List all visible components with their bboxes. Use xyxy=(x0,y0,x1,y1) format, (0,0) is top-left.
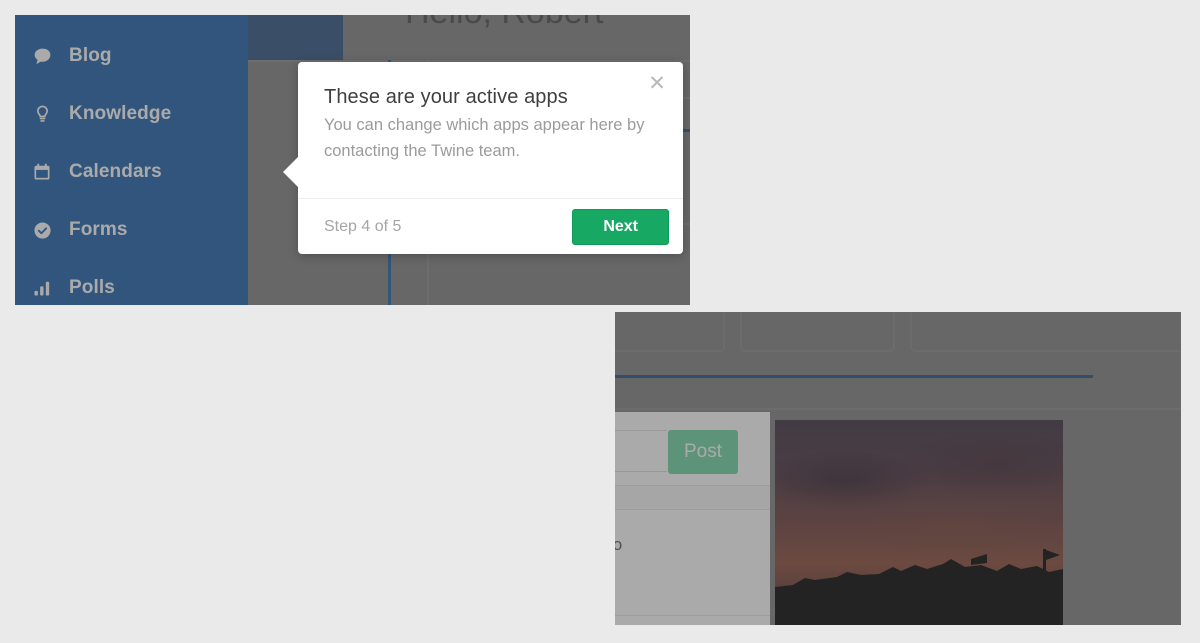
dim-overlay xyxy=(615,312,1181,625)
next-button[interactable]: Next xyxy=(572,208,669,245)
feed-panel: Post jo ✕ This is the feed Here you have… xyxy=(615,312,1181,625)
tooltip-footer: Step 4 of 5 Next xyxy=(298,198,683,254)
close-icon[interactable]: ✕ xyxy=(645,72,669,96)
active-apps-panel: Hello, Robert Blog xyxy=(15,15,690,305)
tooltip-description: You can change which apps appear here by… xyxy=(324,116,645,160)
tooltip-arrow xyxy=(283,156,299,188)
screenshot-stage: Hello, Robert Blog xyxy=(0,0,1200,643)
onboarding-tooltip-active-apps: ✕ These are your active apps You can cha… xyxy=(283,62,683,255)
tooltip-body: ✕ These are your active apps You can cha… xyxy=(298,62,683,198)
tooltip-title: These are your active apps xyxy=(324,86,568,108)
step-indicator: Step 4 of 5 xyxy=(324,217,402,235)
